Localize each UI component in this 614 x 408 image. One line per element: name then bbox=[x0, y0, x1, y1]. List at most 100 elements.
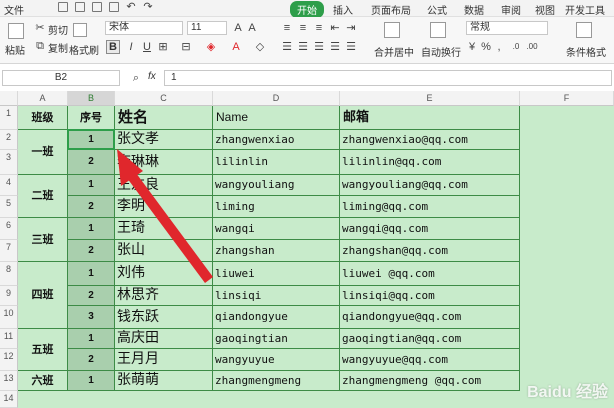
column-header-d[interactable]: D bbox=[213, 91, 340, 106]
email-cell[interactable]: zhangshan@qq.com bbox=[340, 240, 520, 262]
pinyin-cell[interactable]: zhangmengmeng bbox=[213, 371, 340, 391]
seq-cell[interactable]: 1 bbox=[68, 371, 115, 391]
fill-color-icon[interactable]: ◈ bbox=[205, 41, 217, 53]
email-cell[interactable]: wangqi@qq.com bbox=[340, 218, 520, 240]
tab-3[interactable]: 公式 bbox=[420, 1, 454, 18]
column-header-c[interactable]: C bbox=[115, 91, 213, 106]
print-icon[interactable] bbox=[92, 2, 102, 12]
save-icon[interactable] bbox=[58, 2, 68, 12]
column-header-f[interactable]: F bbox=[520, 91, 614, 106]
email-cell[interactable]: lilinlin@qq.com bbox=[340, 150, 520, 175]
class-cell[interactable]: 三班 bbox=[18, 218, 68, 262]
redo-icon[interactable]: ↷ bbox=[143, 2, 153, 13]
tab-1[interactable]: 插入 bbox=[324, 1, 362, 18]
seq-cell[interactable]: 1 bbox=[68, 218, 115, 240]
email-cell[interactable]: qiandongyue@qq.com bbox=[340, 306, 520, 329]
email-cell[interactable]: liuwei @qq.com bbox=[340, 262, 520, 286]
email-cell[interactable]: linsiqi@qq.com bbox=[340, 286, 520, 306]
distributed-icon[interactable]: ☰ bbox=[345, 41, 357, 53]
merge-center-icon[interactable] bbox=[384, 22, 400, 38]
pinyin-cell[interactable]: liuwei bbox=[213, 262, 340, 286]
seq-cell[interactable]: 2 bbox=[68, 196, 115, 218]
name-box[interactable]: B2 bbox=[2, 70, 120, 86]
name-cell[interactable]: 刘伟 bbox=[115, 262, 213, 286]
export-icon[interactable] bbox=[75, 2, 85, 12]
shrink-font-icon[interactable]: A bbox=[246, 22, 258, 34]
row-header-14[interactable]: 14 bbox=[0, 391, 18, 408]
border-icon[interactable]: ⊞ bbox=[157, 41, 169, 53]
bold-button[interactable]: B bbox=[106, 40, 120, 54]
name-cell[interactable]: 张萌萌 bbox=[115, 371, 213, 391]
email-cell[interactable]: liming@qq.com bbox=[340, 196, 520, 218]
grow-font-icon[interactable]: A bbox=[232, 22, 244, 34]
font-color-icon[interactable]: A bbox=[230, 41, 242, 53]
select-all-corner[interactable] bbox=[0, 91, 18, 106]
align-top-icon[interactable]: ≡ bbox=[281, 22, 293, 34]
name-cell[interactable]: 李明 bbox=[115, 196, 213, 218]
row-header-7[interactable]: 7 bbox=[0, 240, 18, 262]
tab-4[interactable]: 数据 bbox=[454, 1, 494, 18]
cut-button[interactable]: 剪切 bbox=[48, 22, 68, 37]
align-center-icon[interactable]: ☰ bbox=[297, 41, 309, 53]
wrap-text-button[interactable]: 自动换行 bbox=[421, 44, 461, 59]
row-header-4[interactable]: 4 bbox=[0, 175, 18, 196]
conditional-format-button[interactable]: 条件格式 bbox=[566, 44, 606, 59]
seq-cell[interactable]: 1 bbox=[68, 262, 115, 286]
row-header-6[interactable]: 6 bbox=[0, 218, 18, 240]
column-header-e[interactable]: E bbox=[340, 91, 520, 106]
thousands-icon[interactable]: , bbox=[493, 41, 505, 53]
formula-input[interactable]: 1 bbox=[164, 70, 612, 86]
zoom-icon[interactable]: ⌕ bbox=[130, 72, 142, 84]
name-cell[interactable]: 王月月 bbox=[115, 349, 213, 371]
column-header-a[interactable]: A bbox=[18, 91, 68, 106]
paste-button[interactable]: 粘贴 bbox=[5, 42, 25, 57]
italic-icon[interactable]: I bbox=[125, 41, 137, 53]
email-cell[interactable]: gaoqingtian@qq.com bbox=[340, 329, 520, 349]
row-header-12[interactable]: 12 bbox=[0, 349, 18, 371]
column-header-b[interactable]: B bbox=[68, 91, 115, 106]
align-left-icon[interactable]: ☰ bbox=[281, 41, 293, 53]
decrease-decimal-icon[interactable]: .00 bbox=[526, 41, 538, 53]
tab-0[interactable]: 开始 bbox=[290, 1, 324, 18]
justify-icon[interactable]: ☰ bbox=[329, 41, 341, 53]
number-format-select[interactable]: 常规 bbox=[466, 21, 548, 35]
name-cell[interactable]: 张山 bbox=[115, 240, 213, 262]
row-header-10[interactable]: 10 bbox=[0, 306, 18, 329]
seq-cell[interactable]: 1 bbox=[68, 329, 115, 349]
seq-cell[interactable]: 2 bbox=[68, 240, 115, 262]
email-cell[interactable]: wangyuyue@qq.com bbox=[340, 349, 520, 371]
pinyin-cell[interactable]: gaoqingtian bbox=[213, 329, 340, 349]
increase-decimal-icon[interactable]: .0 bbox=[510, 41, 522, 53]
email-cell[interactable]: zhangmengmeng @qq.com bbox=[340, 371, 520, 391]
undo-icon[interactable]: ↶ bbox=[126, 2, 136, 13]
strikethrough-icon[interactable]: ⊟ bbox=[180, 41, 192, 53]
class-cell[interactable]: 二班 bbox=[18, 175, 68, 218]
align-bottom-icon[interactable]: ≡ bbox=[313, 22, 325, 34]
pinyin-cell[interactable]: zhangwenxiao bbox=[213, 130, 340, 150]
row-header-2[interactable]: 2 bbox=[0, 130, 18, 150]
row-header-5[interactable]: 5 bbox=[0, 196, 18, 218]
seq-cell[interactable]: 3 bbox=[68, 306, 115, 329]
name-cell[interactable]: 钱东跃 bbox=[115, 306, 213, 329]
copy-icon[interactable]: ⧉ bbox=[34, 40, 46, 52]
row-header-8[interactable]: 8 bbox=[0, 262, 18, 286]
copy-button[interactable]: 复制 bbox=[48, 40, 68, 55]
pinyin-cell[interactable]: zhangshan bbox=[213, 240, 340, 262]
pinyin-cell[interactable]: wangqi bbox=[213, 218, 340, 240]
preview-icon[interactable] bbox=[109, 2, 119, 12]
row-header-13[interactable]: 13 bbox=[0, 371, 18, 391]
pinyin-cell[interactable]: linsiqi bbox=[213, 286, 340, 306]
scissors-icon[interactable]: ✂ bbox=[34, 22, 46, 34]
format-painter-icon[interactable] bbox=[73, 23, 87, 37]
currency-icon[interactable]: ¥ bbox=[466, 41, 478, 53]
underline-icon[interactable]: U bbox=[141, 41, 153, 53]
row-header-3[interactable]: 3 bbox=[0, 150, 18, 175]
align-right-icon[interactable]: ☰ bbox=[313, 41, 325, 53]
class-cell[interactable]: 五班 bbox=[18, 329, 68, 371]
percent-icon[interactable]: % bbox=[480, 41, 492, 53]
seq-cell[interactable]: 2 bbox=[68, 286, 115, 306]
class-cell[interactable]: 一班 bbox=[18, 130, 68, 175]
align-middle-icon[interactable]: ≡ bbox=[297, 22, 309, 34]
name-cell[interactable]: 王琦 bbox=[115, 218, 213, 240]
pinyin-cell[interactable]: qiandongyue bbox=[213, 306, 340, 329]
